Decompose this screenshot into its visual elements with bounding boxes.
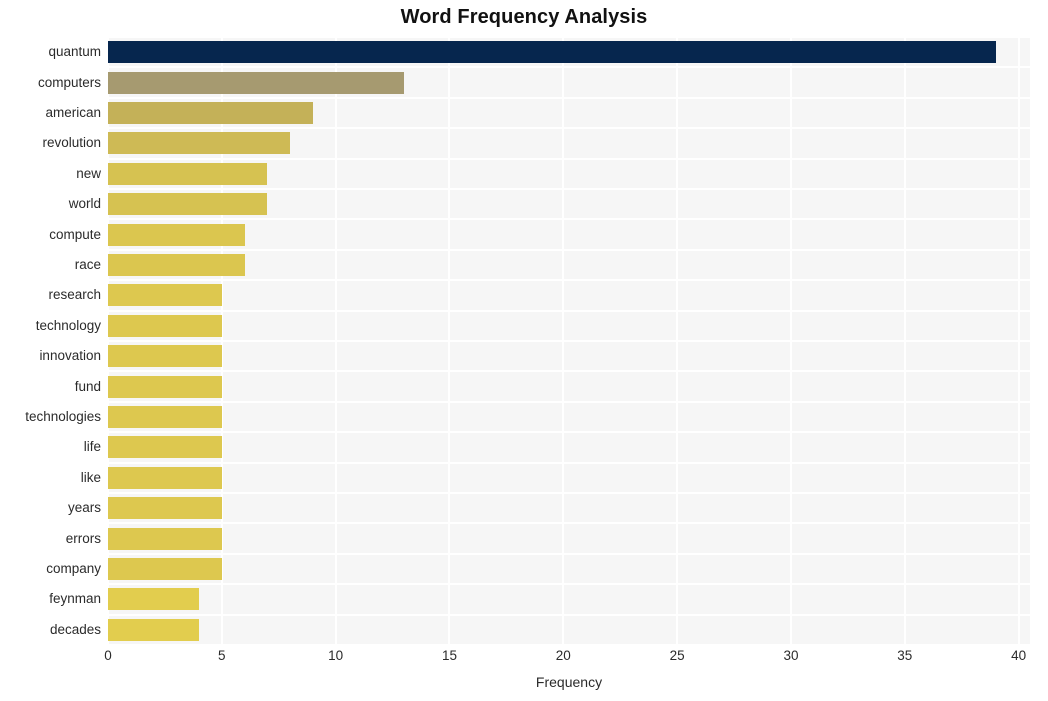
bar — [108, 193, 268, 216]
bar — [108, 102, 313, 124]
bar — [108, 41, 996, 64]
y-axis-tick-label: research — [48, 287, 101, 303]
y-axis-tick-label: race — [74, 257, 101, 272]
y-axis-tick-label: life — [83, 439, 101, 455]
gridline-horizontal — [108, 370, 1030, 373]
gridline-horizontal — [108, 492, 1030, 494]
x-axis-tick-label: 40 — [1011, 648, 1027, 663]
y-axis-tick-label: errors — [65, 530, 101, 546]
gridline-horizontal — [108, 309, 1030, 312]
bar — [108, 618, 200, 641]
bar — [108, 223, 245, 246]
x-axis-tick-labels: 0 5 10 15 20 25 30 35 40 — [104, 648, 1030, 670]
gridline-horizontal — [108, 522, 1030, 525]
bar — [108, 558, 222, 580]
y-axis-tick-labels: quantum computers american revolution new wor… — [0, 37, 101, 645]
y-axis-tick-label: company — [46, 561, 101, 576]
bar — [108, 466, 222, 489]
y-axis-tick-label: computers — [37, 74, 101, 90]
y-axis-tick-label: world — [68, 196, 101, 212]
y-axis-tick-label: innovation — [39, 348, 101, 364]
bar — [108, 162, 268, 185]
gridline-horizontal — [108, 583, 1030, 586]
gridline-horizontal — [108, 96, 1030, 99]
gridline-horizontal — [108, 613, 1030, 616]
gridline-horizontal — [108, 66, 1030, 69]
gridline-horizontal — [108, 188, 1030, 190]
word-frequency-chart: Word Frequency Analysis quantum computers… — [0, 0, 1048, 701]
gridline-horizontal — [108, 127, 1030, 130]
gridline-horizontal — [108, 157, 1030, 160]
gridline-horizontal — [108, 218, 1030, 221]
bar — [108, 527, 222, 550]
bar — [108, 254, 245, 276]
x-axis-tick-label: 20 — [555, 648, 571, 663]
gridline-horizontal — [108, 552, 1030, 555]
y-axis-tick-label: fund — [74, 378, 101, 394]
x-axis-tick-label: 35 — [897, 648, 913, 663]
bar — [108, 375, 222, 398]
gridline-horizontal — [108, 644, 1030, 645]
gridline-horizontal — [108, 279, 1030, 282]
gridline-horizontal — [108, 340, 1030, 342]
y-axis-tick-label: years — [67, 500, 101, 516]
y-axis-tick-label: new — [76, 165, 101, 181]
gridline-horizontal — [108, 400, 1030, 403]
plot-area — [108, 37, 1030, 645]
bar — [108, 132, 291, 155]
bar — [108, 314, 222, 337]
y-axis-tick-label: technologies — [25, 409, 101, 424]
x-axis-title: Frequency — [535, 674, 603, 690]
bar — [108, 71, 404, 94]
bar — [108, 284, 222, 307]
y-axis-tick-label: decades — [49, 621, 101, 637]
bar — [108, 497, 222, 520]
y-axis-tick-label: revolution — [42, 135, 101, 151]
y-axis-tick-label: feynman — [49, 591, 101, 607]
gridline-horizontal — [108, 37, 1030, 38]
x-axis-tick-label: 10 — [328, 648, 344, 663]
y-axis-tick-label: american — [45, 105, 101, 120]
chart-title: Word Frequency Analysis — [400, 6, 648, 28]
y-axis-tick-label: like — [80, 469, 101, 485]
gridline-horizontal — [108, 431, 1030, 434]
x-axis-tick-label: 30 — [783, 648, 799, 663]
bar — [108, 406, 222, 428]
gridline-horizontal — [108, 461, 1030, 464]
y-axis-tick-label: quantum — [48, 44, 101, 60]
gridline-horizontal — [108, 248, 1030, 251]
bar — [108, 588, 200, 611]
bar — [108, 436, 222, 459]
x-axis-tick-label: 5 — [218, 648, 226, 663]
x-axis-tick-label: 0 — [104, 648, 112, 663]
bar — [108, 345, 222, 368]
y-axis-tick-label: compute — [49, 226, 101, 242]
y-axis-tick-label: technology — [35, 317, 101, 333]
x-axis-tick-label: 15 — [441, 648, 457, 663]
x-axis-tick-label: 25 — [669, 648, 685, 663]
